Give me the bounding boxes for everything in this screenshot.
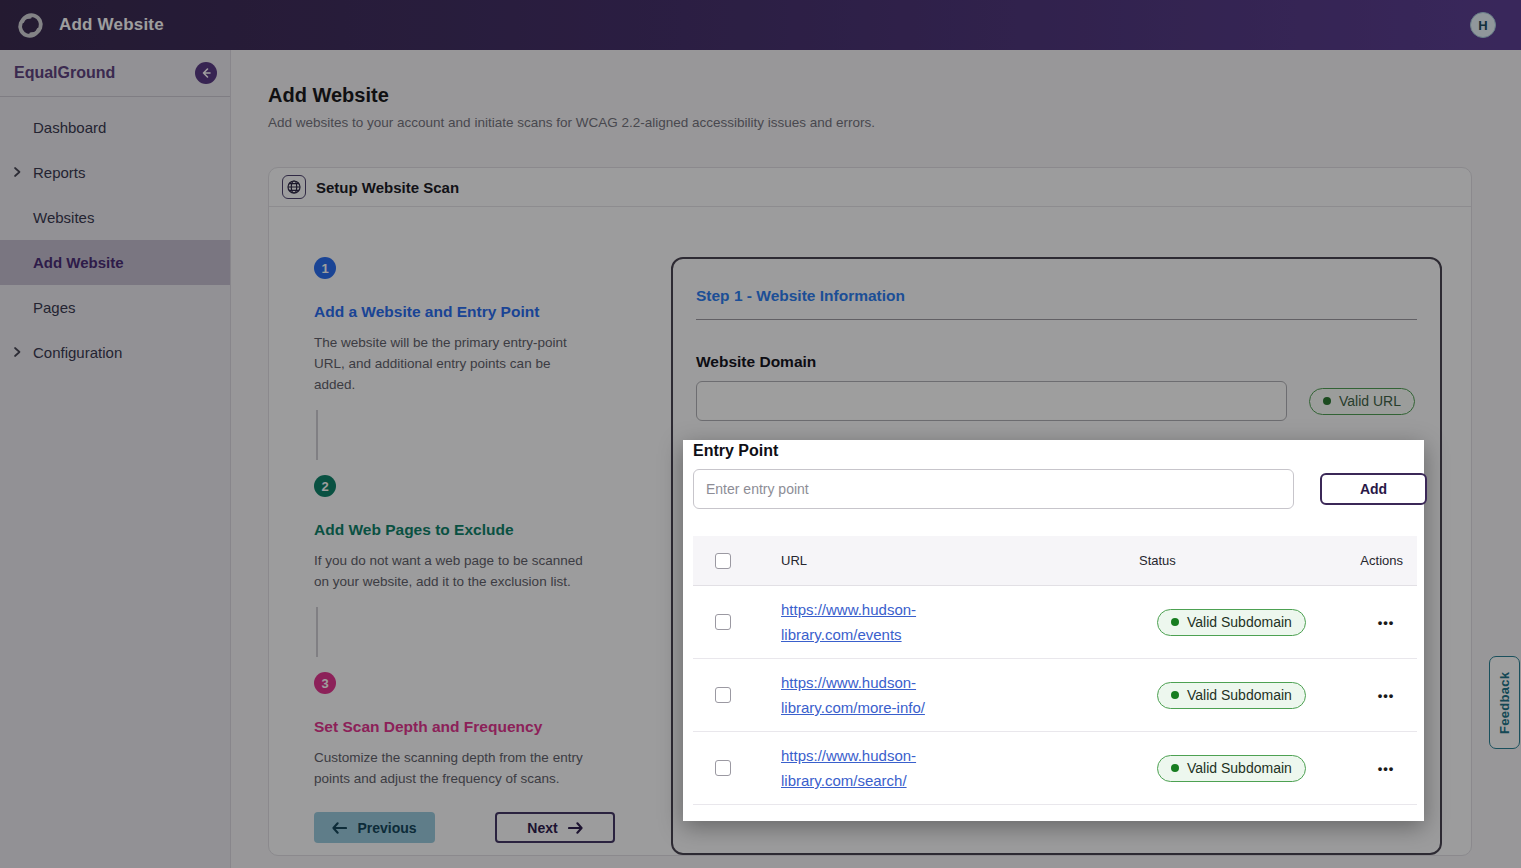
green-dot-icon — [1171, 618, 1179, 626]
entry-point-section: Entry Point Add URL Status Actions https://… — [683, 440, 1424, 821]
select-all-checkbox[interactable] — [715, 553, 731, 569]
entry-point-label: Entry Point — [693, 442, 1414, 460]
valid-subdomain-badge: Valid Subdomain — [1157, 682, 1306, 709]
entry-url-link[interactable]: https://www.hudson- library.com/search/ — [781, 743, 916, 793]
table-row: https://www.hudson- library.com/more-inf… — [693, 659, 1417, 732]
column-header-url: URL — [781, 553, 807, 568]
entry-point-input[interactable] — [693, 469, 1294, 509]
table-row: https://www.hudson- library.com/search/V… — [693, 732, 1417, 805]
entry-url-link[interactable]: https://www.hudson- library.com/more-inf… — [781, 670, 925, 720]
app-root: Add Website H EqualGround DashboardRepor… — [0, 0, 1521, 868]
green-dot-icon — [1171, 764, 1179, 772]
entry-url-link[interactable]: https://www.hudson- library.com/events — [781, 597, 916, 647]
row-actions-menu[interactable]: ••• — [1355, 615, 1417, 630]
row-checkbox[interactable] — [715, 687, 731, 703]
valid-subdomain-badge: Valid Subdomain — [1157, 755, 1306, 782]
row-checkbox[interactable] — [715, 614, 731, 630]
table-row: https://www.hudson- library.com/events Va… — [693, 586, 1417, 659]
row-actions-menu[interactable]: ••• — [1355, 688, 1417, 703]
entry-point-table: URL Status Actions https://www.hudson- libr… — [693, 536, 1417, 805]
row-actions-menu[interactable]: ••• — [1355, 761, 1417, 776]
green-dot-icon — [1171, 691, 1179, 699]
table-header-row: URL Status Actions — [693, 536, 1417, 586]
column-header-status: Status — [1139, 553, 1176, 568]
valid-subdomain-badge: Valid Subdomain — [1157, 609, 1306, 636]
row-checkbox[interactable] — [715, 760, 731, 776]
column-header-actions: Actions — [1355, 553, 1417, 568]
add-entry-button[interactable]: Add — [1320, 473, 1427, 505]
